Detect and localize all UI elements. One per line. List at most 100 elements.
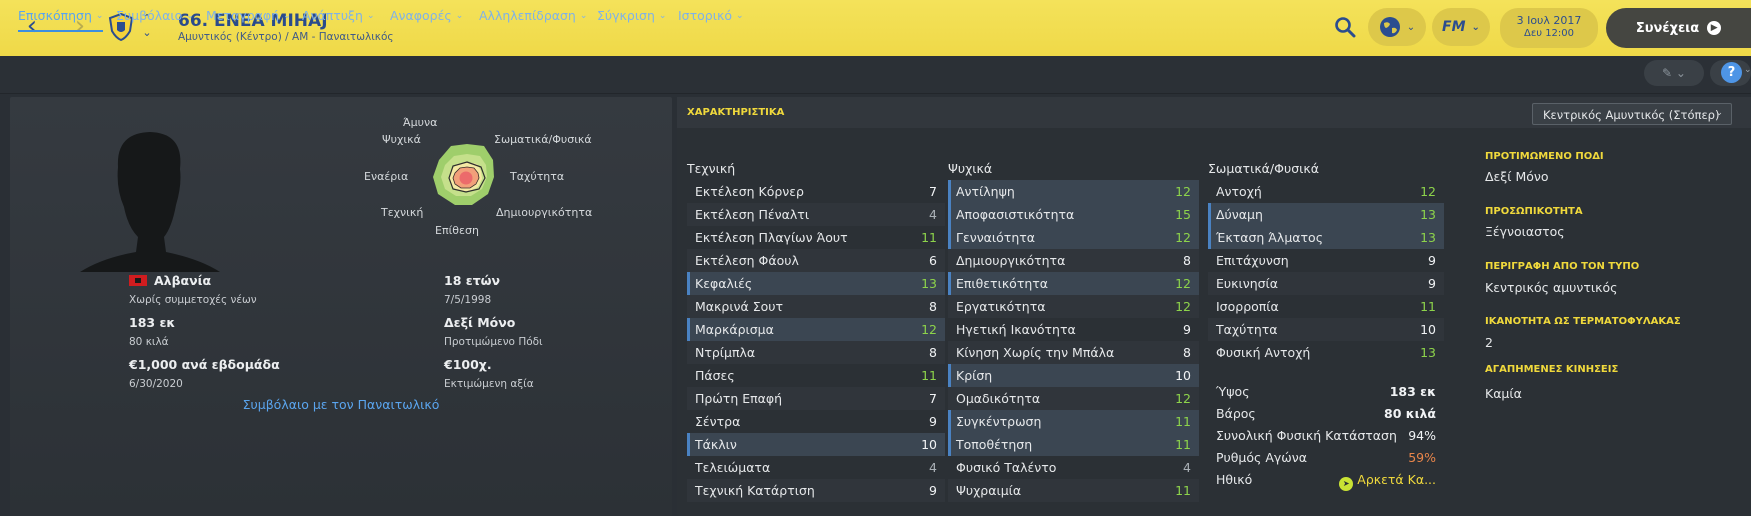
attribute-row[interactable]: Φυσική Αντοχή 13 xyxy=(1208,341,1444,364)
attribute-row[interactable]: Ηγετική Ικανότητα 9 xyxy=(948,318,1199,341)
attribute-name: Εργατικότητα xyxy=(956,299,1046,314)
info-label: ΠΕΡΙΓΡΑΦΗ ΑΠΟ ΤΟΝ ΤΥΠΟ xyxy=(1485,261,1640,272)
attribute-row[interactable]: Τελειώματα 4 xyxy=(687,456,945,479)
time-label: Δευ 12:00 xyxy=(1523,28,1575,39)
attribute-row[interactable]: Πρώτη Επαφή 7 xyxy=(687,387,945,410)
tab-label: Ανάπτυξη xyxy=(302,8,363,23)
attribute-row[interactable]: Εκτέλεση Πλαγίων Άουτ 11 xyxy=(687,226,945,249)
attribute-value: 11 xyxy=(1175,437,1191,452)
attribute-row[interactable]: Εκτέλεση Κόρνερ 7 xyxy=(687,180,945,203)
info-value: Δεξί Μόνο xyxy=(1485,169,1549,184)
preferred-foot-label: Προτιμώμενο Πόδι xyxy=(444,336,543,348)
attribute-value: 8 xyxy=(929,345,937,360)
attribute-row-key[interactable]: Γενναιότητα 12 xyxy=(948,226,1199,249)
tab-label: Σύγκριση xyxy=(597,8,655,23)
attribute-value: 9 xyxy=(1183,322,1191,337)
attribute-row[interactable]: Εργατικότητα 12 xyxy=(948,295,1199,318)
attribute-value: 4 xyxy=(1183,460,1191,475)
help-icon[interactable]: ? xyxy=(1721,62,1742,83)
attribute-row[interactable]: Φυσικό Ταλέντο 4 xyxy=(948,456,1199,479)
attribute-row-key[interactable]: Τάκλιν 10 xyxy=(687,433,945,456)
wage: €1,000 ανά εβδομάδα xyxy=(129,357,280,372)
attribute-row-key[interactable]: Κεφαλιές 13 xyxy=(687,272,945,295)
attribute-row[interactable]: Ψυχραιμία 11 xyxy=(948,479,1199,502)
tab-development[interactable]: Ανάπτυξη ⌄ xyxy=(302,8,375,32)
morale-row[interactable]: Ηθικό ➤ Αρκετά Κα... xyxy=(1208,468,1444,491)
stat-value: Αρκετά Κα... xyxy=(1357,472,1436,487)
radar-label-aerial: Εναέρια xyxy=(364,170,409,183)
attribute-name: Ευκινησία xyxy=(1216,276,1279,291)
attribute-row[interactable]: Δημιουργικότητα 8 xyxy=(948,249,1199,272)
tab-comparison[interactable]: Σύγκριση ⌄ xyxy=(597,8,666,32)
pencil-icon: ✎ ⌄ xyxy=(1662,66,1686,80)
attribute-name: Φυσική Αντοχή xyxy=(1216,345,1311,360)
stat-name: Ηθικό xyxy=(1216,472,1253,487)
attribute-row[interactable]: Ταχύτητα 10 xyxy=(1208,318,1444,341)
attribute-row[interactable]: Ισορροπία 11 xyxy=(1208,295,1444,318)
world-menu-button[interactable]: ⌄ xyxy=(1368,8,1426,46)
stat-value: 59% xyxy=(1408,450,1436,465)
tab-label: Αλληλεπίδραση xyxy=(479,8,576,23)
tab-transfer[interactable]: Μεταγραφή ⌄ xyxy=(206,8,291,32)
attribute-name: Επιτάχυνση xyxy=(1216,253,1289,268)
tab-interaction[interactable]: Αλληλεπίδραση ⌄ xyxy=(479,8,587,32)
attribute-name: Μαρκάρισμα xyxy=(695,322,774,337)
attribute-value: 10 xyxy=(921,437,937,452)
info-value: 2 xyxy=(1485,335,1493,350)
attribute-value: 11 xyxy=(1175,414,1191,429)
tab-reports[interactable]: Αναφορές ⌄ xyxy=(390,8,463,32)
contract-link[interactable]: Συμβόλαιο με τον Παναιτωλικό xyxy=(10,397,672,412)
attribute-value: 10 xyxy=(1175,368,1191,383)
tab-contract[interactable]: Συμβόλαιο ⌄ xyxy=(116,8,194,32)
player-subtitle[interactable]: Αμυντικός (Κέντρο) / ΑΜ - Παναιτωλικός xyxy=(178,31,394,43)
stat-name: Συνολική Φυσική Κατάσταση xyxy=(1216,428,1397,443)
search-icon[interactable] xyxy=(1334,16,1356,38)
attribute-row[interactable]: Μακρινά Σουτ 8 xyxy=(687,295,945,318)
chevron-down-icon: ⌄ xyxy=(735,11,744,21)
attribute-row[interactable]: Κίνηση Χωρίς την Μπάλα 8 xyxy=(948,341,1199,364)
attribute-row[interactable]: Τεχνική Κατάρτιση 9 xyxy=(687,479,945,502)
physical-list: Αντοχή 12 Δύναμη 13 Έκταση Άλματος 13 Επιτά… xyxy=(1208,180,1444,364)
radar-label-physical: Σωματικά/Φυσικά xyxy=(494,133,592,146)
attribute-row[interactable]: Αντοχή 12 xyxy=(1208,180,1444,203)
attribute-row-key[interactable]: Επιθετικότητα 12 xyxy=(948,272,1199,295)
attribute-row[interactable]: Σέντρα 9 xyxy=(687,410,945,433)
attribute-name: Ντρίμπλα xyxy=(695,345,756,360)
attribute-row-key[interactable]: Αποφασιστικότητα 15 xyxy=(948,203,1199,226)
albania-flag-icon xyxy=(129,275,147,286)
attribute-row[interactable]: Επιτάχυνση 9 xyxy=(1208,249,1444,272)
attribute-value: 15 xyxy=(1175,207,1191,222)
stat-value: 183 εκ xyxy=(1389,384,1436,399)
attribute-row-key[interactable]: Μαρκάρισμα 12 xyxy=(687,318,945,341)
stat-name: Βάρος xyxy=(1216,406,1256,421)
attribute-row[interactable]: Ντρίμπλα 8 xyxy=(687,341,945,364)
radar-label-technical: Τεχνική xyxy=(381,206,424,219)
preferred-foot: Δεξί Μόνο xyxy=(444,315,516,330)
attribute-row[interactable]: Εκτέλεση Φάουλ 6 xyxy=(687,249,945,272)
attribute-value: 12 xyxy=(1175,276,1191,291)
attribute-row[interactable]: Ομαδικότητα 12 xyxy=(948,387,1199,410)
continue-button[interactable]: Συνέχεια ▶ xyxy=(1606,8,1751,48)
attribute-row-key[interactable]: Έκταση Άλματος 13 xyxy=(1208,226,1444,249)
player-overview-panel: Άμυνα Σωματικά/Φυσικά Ταχύτητα Δημιουργι… xyxy=(10,97,672,516)
role-select[interactable]: Κεντρικός Αμυντικός (Στόπερ) ⌄ xyxy=(1532,103,1732,125)
attribute-name: Εκτέλεση Πέναλτι xyxy=(695,207,810,222)
tab-overview[interactable]: Επισκόπηση ⌄ xyxy=(18,8,104,32)
nationality[interactable]: Αλβανία xyxy=(129,273,211,288)
game-date[interactable]: 3 Ιουλ 2017 Δευ 12:00 xyxy=(1500,8,1598,48)
attribute-row-key[interactable]: Συγκέντρωση 11 xyxy=(948,410,1199,433)
attribute-row-key[interactable]: Κρίση 10 xyxy=(948,364,1199,387)
edit-menu-button[interactable]: ✎ ⌄ xyxy=(1644,60,1704,86)
fm-menu-button[interactable]: FM ⌄ xyxy=(1432,8,1490,46)
attribute-row[interactable]: Ευκινησία 9 xyxy=(1208,272,1444,295)
attribute-row-key[interactable]: Αντίληψη 12 xyxy=(948,180,1199,203)
tab-history[interactable]: Ιστορικό ⌄ xyxy=(678,8,744,32)
attribute-row[interactable]: Εκτέλεση Πέναλτι 4 xyxy=(687,203,945,226)
attribute-name: Δημιουργικότητα xyxy=(956,253,1066,268)
stat-value: 80 κιλά xyxy=(1384,406,1436,421)
attribute-name: Πρώτη Επαφή xyxy=(695,391,783,406)
attribute-value: 9 xyxy=(1428,253,1436,268)
attribute-row-key[interactable]: Δύναμη 13 xyxy=(1208,203,1444,226)
attribute-row-key[interactable]: Τοποθέτηση 11 xyxy=(948,433,1199,456)
attribute-row[interactable]: Πάσες 11 xyxy=(687,364,945,387)
